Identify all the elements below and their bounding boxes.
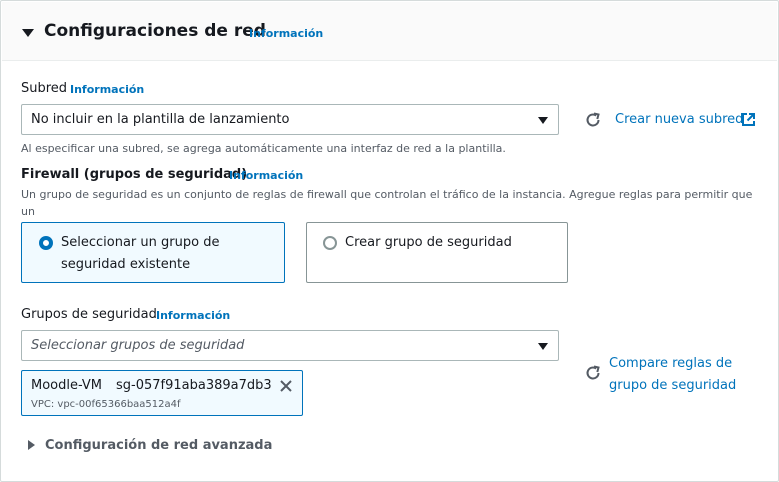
refresh-security-groups-icon[interactable] [584, 364, 602, 382]
firewall-info-link[interactable]: Información [229, 169, 303, 182]
refresh-subnet-icon[interactable] [584, 111, 602, 129]
expand-caret-icon[interactable] [28, 440, 35, 450]
firewall-description-line1: Un grupo de seguridad es un conjunto de … [21, 188, 753, 218]
compare-rules-line1: Compare reglas de [609, 356, 733, 371]
select-caret-icon [538, 116, 548, 124]
selected-security-group-token: Moodle-VM sg-057f91aba389a7db3 VPC: vpc-… [21, 370, 303, 416]
collapse-caret-icon[interactable] [22, 29, 34, 37]
firewall-label: Firewall (grupos de seguridad) [21, 167, 248, 182]
security-groups-placeholder: Seleccionar grupos de seguridad [31, 338, 245, 353]
radio-create-group-label: Crear grupo de seguridad [345, 235, 512, 250]
subnet-hint: Al especificar una subred, se agrega aut… [21, 142, 506, 155]
network-settings-panel: Configuraciones de red Información Subre… [0, 0, 779, 482]
security-groups-info-link[interactable]: Información [156, 309, 230, 322]
token-group-name: Moodle-VM [31, 378, 103, 393]
radio-button-selected[interactable] [39, 236, 53, 250]
radio-select-existing-line1: Seleccionar un grupo de [61, 235, 220, 250]
external-link-icon[interactable] [741, 112, 756, 127]
select-caret-icon [538, 342, 548, 350]
remove-token-close-icon[interactable] [279, 379, 293, 393]
subnet-select-value: No incluir en la plantilla de lanzamient… [31, 112, 290, 127]
advanced-network-config-toggle[interactable]: Configuración de red avanzada [45, 438, 272, 453]
subnet-info-link[interactable]: Información [70, 83, 144, 96]
radio-create-group[interactable]: Crear grupo de seguridad [306, 222, 568, 283]
radio-button-unselected[interactable] [323, 236, 337, 250]
token-vpc-id: VPC: vpc-00f65366baa512a4f [31, 399, 181, 410]
panel-info-link[interactable]: Información [249, 27, 323, 40]
token-group-id: sg-057f91aba389a7db3 [116, 378, 272, 393]
security-groups-multiselect[interactable]: Seleccionar grupos de seguridad [21, 330, 559, 361]
compare-rules-link[interactable]: Compare reglas de grupo de seguridad [609, 353, 736, 397]
panel-title: Configuraciones de red [44, 21, 266, 41]
subnet-select[interactable]: No incluir en la plantilla de lanzamient… [21, 104, 559, 135]
compare-rules-line2: grupo de seguridad [609, 378, 737, 393]
radio-select-existing-label: Seleccionar un grupo de seguridad existe… [61, 232, 219, 276]
radio-select-existing-group[interactable]: Seleccionar un grupo de seguridad existe… [21, 222, 285, 283]
subnet-label: Subred [21, 81, 68, 96]
create-subnet-link[interactable]: Crear nueva subred [615, 112, 743, 127]
security-groups-label: Grupos de seguridad [21, 307, 157, 322]
radio-select-existing-line2: seguridad existente [61, 257, 191, 272]
panel-header: Configuraciones de red Información [2, 2, 777, 61]
